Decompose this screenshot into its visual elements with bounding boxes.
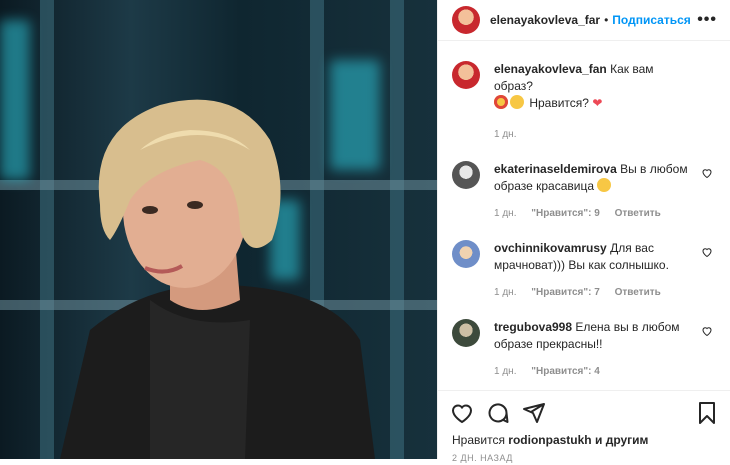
kiss-emoji-icon (510, 95, 524, 109)
comment-body: ekaterinaseldemirova Вы в любом образе к… (494, 161, 690, 222)
likes-summary: Нравится rodionpastukh и другим (438, 429, 730, 451)
more-options-icon[interactable]: ••• (697, 11, 717, 29)
reply-button[interactable]: Ответить (615, 208, 661, 219)
comment-time[interactable]: 1 дн. (494, 287, 516, 298)
comment-item: ovchinnikovamrusy Для вас мрачноват))) В… (452, 240, 717, 301)
caption: elenayakovleva_fan Как вам образ? Нравит… (452, 61, 717, 143)
save-bookmark-icon[interactable] (695, 401, 719, 425)
comment-item: ekaterinaseldemirova Вы в любом образе к… (452, 161, 717, 222)
action-icons (438, 391, 730, 429)
comment-meta: 1 дн. "Нравится": 4 (494, 363, 690, 380)
like-comment-heart-icon[interactable] (701, 246, 713, 258)
follow-button[interactable]: Подписаться (612, 13, 690, 27)
comment-likes[interactable]: "Нравится": 4 (531, 366, 600, 377)
comment-time[interactable]: 1 дн. (494, 208, 516, 219)
comment-author[interactable]: ekaterinaseldemirova (494, 162, 617, 176)
comment-bubble-icon[interactable] (486, 401, 510, 425)
separator-dot: • (604, 13, 609, 27)
caption-avatar[interactable] (452, 61, 480, 89)
likes-suffix[interactable]: и другим (595, 433, 648, 447)
woman-portrait (60, 99, 375, 459)
commenter-avatar[interactable] (452, 161, 480, 189)
post-actions: Нравится rodionpastukh и другим 2 ДН. НА… (438, 390, 730, 465)
like-comment-heart-icon[interactable] (701, 325, 713, 337)
comment-body: tregubova998 Елена вы в любом образе пре… (494, 319, 690, 380)
comment-body: ovchinnikovamrusy Для вас мрачноват))) В… (494, 240, 690, 301)
comment-likes[interactable]: "Нравится": 7 (531, 287, 600, 298)
like-heart-icon[interactable] (450, 401, 474, 425)
like-comment-heart-icon[interactable] (701, 167, 713, 179)
commenter-avatar[interactable] (452, 319, 480, 347)
author-username[interactable]: elenayakovleva_far (490, 13, 600, 27)
commenter-avatar[interactable] (452, 240, 480, 268)
caption-meta: 1 дн. (494, 126, 690, 143)
comments-list: elenayakovleva_fan Как вам образ? Нравит… (438, 61, 730, 380)
author-avatar[interactable] (452, 6, 480, 34)
share-paper-plane-icon[interactable] (522, 401, 546, 425)
hug-emoji-icon (597, 178, 612, 192)
comment-time[interactable]: 1 дн. (494, 366, 516, 377)
caption-author[interactable]: elenayakovleva_fan (494, 62, 607, 76)
red-heart-icon: ❤ (592, 96, 603, 110)
likes-user[interactable]: rodionpastukh (508, 433, 591, 447)
instagram-post-view: elenayakovleva_far • Подписаться ••• ele… (0, 0, 730, 463)
post-header: elenayakovleva_far • Подписаться ••• (438, 0, 730, 41)
post-side-panel: elenayakovleva_far • Подписаться ••• ele… (437, 0, 730, 463)
caption-body: elenayakovleva_fan Как вам образ? Нравит… (494, 61, 690, 143)
comment-likes[interactable]: "Нравится": 9 (531, 208, 600, 219)
caption-time[interactable]: 1 дн. (494, 129, 516, 140)
comment-author[interactable]: ovchinnikovamrusy (494, 241, 607, 255)
comment-meta: 1 дн. "Нравится": 9 Ответить (494, 205, 690, 222)
post-photo[interactable] (0, 0, 437, 459)
likes-prefix: Нравится (452, 433, 505, 447)
reply-button[interactable]: Ответить (615, 287, 661, 298)
comment-item: tregubova998 Елена вы в любом образе пре… (452, 319, 717, 380)
comment-author[interactable]: tregubova998 (494, 320, 572, 334)
heart-eyes-emoji-icon (494, 95, 508, 109)
comment-meta: 1 дн. "Нравится": 7 Ответить (494, 284, 690, 301)
caption-text-after: Нравится? (529, 96, 589, 110)
post-timestamp[interactable]: 2 ДН. НАЗАД (438, 451, 730, 465)
